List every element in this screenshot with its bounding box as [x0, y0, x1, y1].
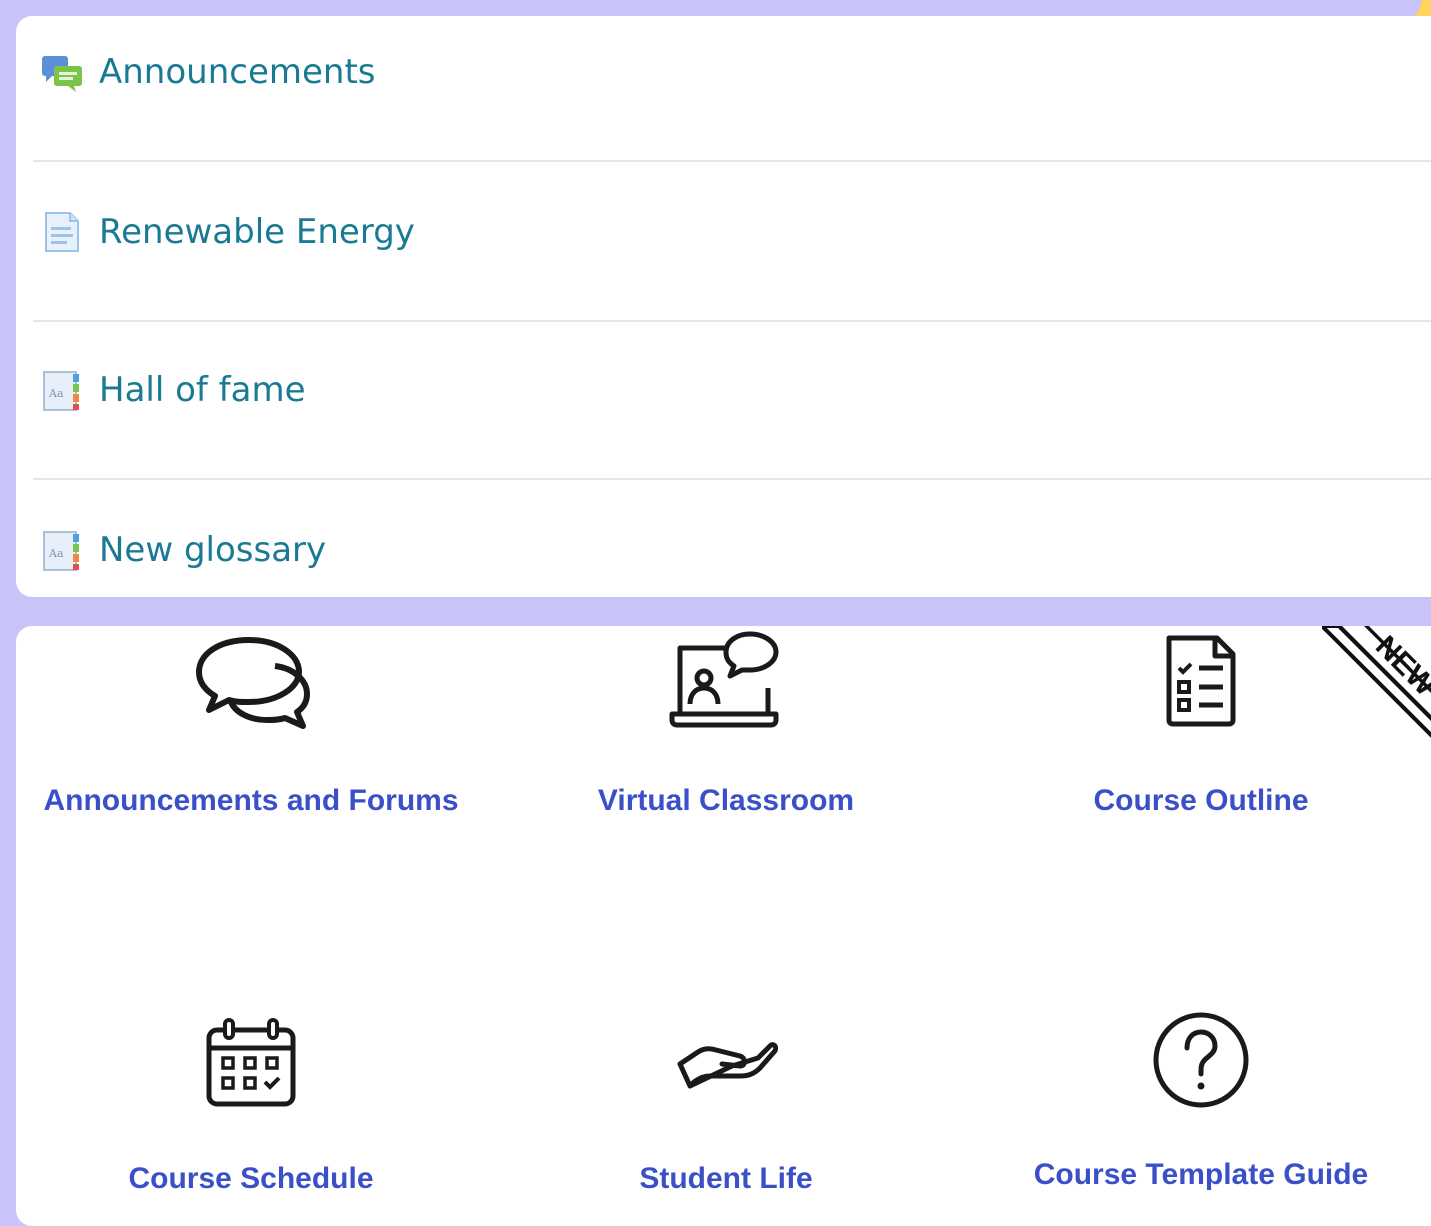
svg-text:Aa: Aa	[48, 387, 64, 400]
tile-label[interactable]: Course Template Guide	[966, 1158, 1431, 1192]
calendar-icon	[206, 1018, 296, 1107]
svg-text:Aa: Aa	[48, 547, 64, 560]
activity-list-card: Announcements Renewable Energy Aa Hall o…	[16, 16, 1431, 597]
course-tiles-card: NEW Announcements and Forums Virtual Cla…	[16, 626, 1431, 1226]
tile-label[interactable]: Announcements and Forums	[16, 784, 486, 818]
tile-label[interactable]: Student Life	[491, 1162, 961, 1196]
activity-label[interactable]: New glossary	[99, 528, 326, 572]
question-circle-icon	[1153, 1012, 1249, 1108]
tile-label[interactable]: Virtual Classroom	[491, 784, 961, 818]
glossary-icon: Aa	[43, 371, 79, 411]
glossary-icon: Aa	[43, 531, 79, 571]
laptop-video-chat-icon	[669, 631, 779, 728]
activity-label[interactable]: Announcements	[99, 50, 376, 94]
activity-item-renewable-energy[interactable]: Renewable Energy	[16, 210, 1431, 270]
tile-course-schedule[interactable]: Course Schedule	[16, 1010, 486, 1226]
activity-item-announcements[interactable]: Announcements	[16, 50, 1431, 110]
tile-student-life[interactable]: Student Life	[491, 1010, 961, 1226]
checklist-document-icon	[1166, 635, 1236, 727]
helping-hand-icon	[677, 1042, 778, 1089]
tile-label[interactable]: Course Schedule	[16, 1162, 486, 1196]
activity-item-new-glossary[interactable]: Aa New glossary	[16, 528, 1431, 588]
page-icon	[45, 212, 79, 252]
divider	[33, 320, 1431, 322]
tile-course-outline[interactable]: Course Outline	[966, 626, 1431, 886]
activity-item-hall-of-fame[interactable]: Aa Hall of fame	[16, 368, 1431, 428]
tile-course-template-guide[interactable]: Course Template Guide	[966, 1010, 1431, 1226]
tile-label[interactable]: Course Outline	[966, 784, 1431, 818]
forum-icon	[42, 56, 82, 92]
tile-virtual-classroom[interactable]: Virtual Classroom	[491, 626, 961, 886]
activity-label[interactable]: Renewable Energy	[99, 210, 415, 254]
activity-label[interactable]: Hall of fame	[99, 368, 306, 412]
divider	[33, 160, 1431, 162]
divider	[33, 478, 1431, 480]
tile-announcements-and-forums[interactable]: Announcements and Forums	[16, 626, 486, 886]
chat-bubbles-icon	[196, 637, 310, 729]
